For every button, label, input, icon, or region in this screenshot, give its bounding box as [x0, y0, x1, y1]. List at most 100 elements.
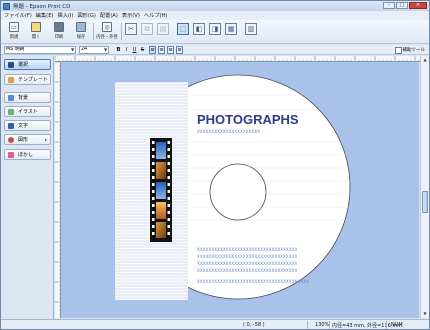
new-button[interactable]: ▭ 新規	[5, 22, 23, 42]
menu-shape[interactable]: 図形(G)	[77, 12, 95, 19]
font-name-value: MS 明朝	[6, 47, 25, 52]
sidebar-item-label: ぼかし	[18, 152, 34, 158]
open-button-label: 開く	[31, 35, 41, 40]
cursor-arrow-icon	[8, 61, 14, 68]
sidebar-item-select[interactable]: 選択	[4, 59, 51, 70]
shape-icon	[8, 136, 14, 143]
background-icon	[8, 94, 14, 101]
bring-front-icon[interactable]: ◧	[193, 23, 205, 35]
print-button[interactable]: 印刷	[50, 22, 68, 42]
status-divider	[307, 321, 308, 329]
auxiliary-tool-button[interactable]: 補助ツール	[394, 46, 426, 54]
save-button-label: 保存	[76, 35, 86, 40]
auxiliary-tool-label: 補助ツール	[402, 48, 426, 53]
window-title: 無題 - Epson Print CD	[13, 4, 71, 10]
app-window: 無題 - Epson Print CD – □ ✕ ファイル(F) 編集(E) …	[0, 0, 430, 330]
underline-button[interactable]: U	[131, 46, 138, 54]
scroll-thumb[interactable]	[422, 191, 428, 213]
cd-label-design: PHOTOGRAPHS XXXXXXXXXXXXXXXXXXXXXX XXXXX…	[115, 74, 351, 300]
cursor-coordinates: ( 0, -58 )	[243, 322, 265, 328]
illustration-icon	[8, 108, 14, 115]
design-canvas[interactable]: PHOTOGRAPHS XXXXXXXXXXXXXXXXXXXXXX XXXXX…	[61, 62, 419, 318]
zoom-level: 130%	[315, 322, 330, 328]
menu-bar: ファイル(F) 編集(E) 挿入(I) 図形(G) 配置(A) 表示(V) ヘル…	[1, 11, 429, 20]
bold-button[interactable]: B	[115, 46, 122, 54]
font-size-value: 24	[81, 47, 88, 52]
save-disk-icon	[76, 22, 86, 32]
body-line: XXXXXXXXXXXXXXXXXXXXXXXXXXXXXXXXXXXXXXX	[197, 279, 309, 284]
title-bar: 無題 - Epson Print CD – □ ✕	[1, 1, 429, 11]
status-divider	[386, 321, 387, 329]
disc-hub	[209, 163, 267, 221]
blur-icon	[8, 151, 14, 158]
maximize-button[interactable]: □	[396, 2, 408, 9]
toolbar-separator	[93, 23, 94, 40]
chevron-down-icon: ▼	[103, 47, 108, 52]
sidebar-item-label: イラスト	[18, 109, 38, 115]
disc-diameter-label: 内径・外径	[96, 35, 118, 40]
body-line: XXXXXXXXXXXXXXXXXXXXXXXXXXXXXXXXXXX	[197, 261, 298, 266]
align-center-button[interactable]: ≡	[158, 46, 165, 54]
scroll-up-icon[interactable]: ▲	[421, 56, 429, 64]
sidebar-item-label: 文字	[18, 123, 29, 129]
sidebar-item-shape[interactable]: 図形 ▸	[4, 134, 51, 145]
paste-icon[interactable]: ▤	[157, 23, 169, 35]
align-justify-button[interactable]: ≡	[176, 46, 183, 54]
close-button[interactable]: ✕	[409, 2, 427, 9]
toolbar-separator	[121, 23, 122, 40]
menu-edit[interactable]: 編集(E)	[36, 12, 54, 19]
menu-insert[interactable]: 挿入(I)	[58, 12, 74, 19]
sidebar-item-background[interactable]: 背景	[4, 92, 51, 103]
design-title[interactable]: PHOTOGRAPHS	[197, 112, 299, 127]
minimize-button[interactable]: –	[383, 2, 395, 9]
numlock-indicator: NUM	[391, 322, 403, 328]
new-document-icon: ▭	[9, 22, 19, 32]
sidebar-item-label: 図形	[18, 137, 29, 143]
scroll-down-icon[interactable]: ▼	[421, 310, 429, 318]
text-icon	[8, 122, 14, 129]
chevron-right-icon: ▸	[44, 137, 47, 142]
menu-help[interactable]: ヘルプ(H)	[144, 12, 168, 19]
format-toolbar: MS 明朝 ▼ 24 ▼ B I U S ≡ ≡ ≡ ≡ 補助ツール	[1, 45, 429, 55]
new-button-label: 新規	[9, 35, 19, 40]
film-strip-illustration	[150, 138, 172, 242]
sidebar-item-illustration[interactable]: イラスト	[4, 106, 51, 117]
template-icon	[8, 76, 14, 83]
sidebar-item-template[interactable]: テンプレート	[4, 74, 51, 85]
chevron-down-icon: ▼	[70, 47, 75, 52]
font-size-select[interactable]: 24 ▼	[79, 46, 109, 54]
menu-arrange[interactable]: 配置(A)	[100, 12, 118, 19]
body-line: XXXXXXXXXXXXXXXXXXXXXXXXXXXXXXXXXXX	[197, 247, 298, 252]
sidebar-item-label: 背景	[18, 95, 29, 101]
grid-icon[interactable]: ▥	[245, 23, 257, 35]
open-button[interactable]: 開く	[27, 22, 45, 42]
disc-diameter-button[interactable]: ◎ 内径・外径	[95, 22, 119, 42]
cut-icon[interactable]: ✂	[125, 23, 137, 35]
menu-view[interactable]: 表示(V)	[122, 12, 140, 19]
sidebar-item-text[interactable]: 文字	[4, 120, 51, 131]
menu-file[interactable]: ファイル(F)	[4, 12, 32, 19]
sidebar-item-label: テンプレート	[18, 77, 48, 83]
copy-icon[interactable]: ⧉	[141, 23, 153, 35]
tool-sidebar: 選択 テンプレート 背景 イラスト 文字 図形 ▸ ぼかし	[1, 56, 54, 320]
italic-button[interactable]: I	[123, 46, 130, 54]
design-subtitle[interactable]: XXXXXXXXXXXXXXXXXXXXXX	[197, 129, 260, 134]
vertical-scrollbar[interactable]: ▲ ▼	[420, 56, 429, 318]
sidebar-item-label: 選択	[18, 62, 29, 68]
auxiliary-tool-icon	[394, 46, 402, 54]
send-back-icon[interactable]: ◨	[209, 23, 221, 35]
status-divider	[329, 321, 330, 329]
sidebar-item-blur[interactable]: ぼかし	[4, 149, 51, 160]
print-button-label: 印刷	[54, 35, 64, 40]
select-all-icon[interactable]: ⬚	[177, 23, 189, 35]
align-right-button[interactable]: ≡	[167, 46, 174, 54]
align-icon[interactable]: ▦	[225, 23, 237, 35]
strikethrough-button[interactable]: S	[139, 46, 146, 54]
window-controls: – □ ✕	[383, 2, 427, 9]
printer-icon	[54, 22, 64, 32]
status-bar: ( 0, -58 ) 130% 内径=43 mm, 外径=116 mm NUM	[1, 319, 429, 329]
align-left-button[interactable]: ≡	[149, 46, 156, 54]
app-icon	[3, 2, 10, 10]
font-name-select[interactable]: MS 明朝 ▼	[4, 46, 76, 54]
save-button[interactable]: 保存	[72, 22, 90, 42]
